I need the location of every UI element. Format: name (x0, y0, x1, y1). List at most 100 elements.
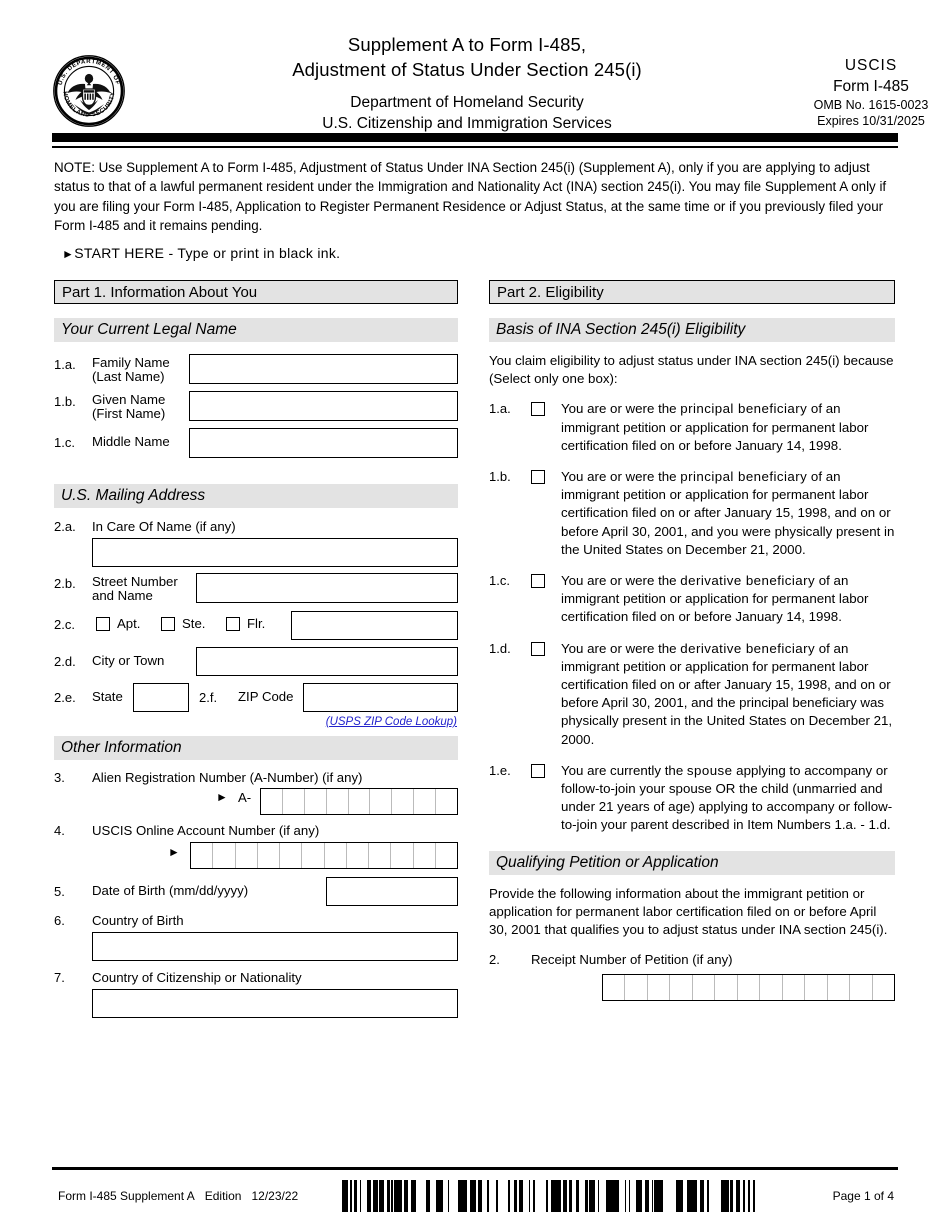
item-number-5: 5. (54, 884, 65, 899)
eligibility-option-1b: 1.b. You are or were the principal benefi… (489, 468, 895, 559)
start-here-label: START HERE - Type or print in black ink. (74, 245, 341, 261)
footer-edition-date: 12/23/22 (251, 1189, 299, 1203)
item-number-2-receipt: 2. (489, 952, 500, 968)
eligibility-item-number: 1.a. (489, 401, 511, 417)
row-middle-name: 1.c. Middle Name (54, 428, 458, 460)
in-care-of-name-input[interactable] (92, 538, 458, 567)
item-number-6: 6. (54, 913, 65, 928)
eligibility-option-1d: 1.d. You are or were the derivative benef… (489, 640, 895, 749)
eligibility-emphasis: spouse (686, 762, 733, 778)
section-us-mailing-address: U.S. Mailing Address (54, 484, 458, 508)
uscis-online-account-number-cells[interactable] (190, 842, 458, 869)
footer-page-number: Page 1 of 4 (832, 1189, 894, 1203)
qualifying-intro: Provide the following information about … (489, 885, 888, 938)
label-city-or-town: City or Town (92, 653, 165, 668)
state-input[interactable] (133, 683, 189, 712)
given-name-input[interactable] (189, 391, 458, 421)
ste-checkbox[interactable] (161, 617, 175, 631)
barcode (342, 1180, 756, 1212)
form-page: U.S. DEPARTMENT OF HOMELAND SECURITY Sup… (0, 0, 950, 1230)
triangle-pointer-icon: ► (62, 247, 75, 261)
receipt-number-cells[interactable] (602, 974, 895, 1002)
start-here-instruction: ►START HERE - Type or print in black ink… (62, 245, 340, 261)
barcode-bar (753, 1180, 755, 1212)
apt-ste-flr-input[interactable] (291, 611, 458, 640)
eligibility-option-1a: 1.a. You are or were the principal benefi… (489, 400, 895, 455)
label-family-name-line2: (Last Name) (92, 369, 165, 384)
row-date-of-birth: 5. Date of Birth (mm/dd/yyyy) (54, 877, 458, 911)
eligibility-checkbox[interactable] (531, 574, 545, 589)
eligibility-intro: You claim eligibility to adjust status u… (489, 353, 894, 387)
family-name-input[interactable] (189, 354, 458, 384)
row-street: 2.b. Street Number and Name (54, 573, 458, 607)
label-given-name-line2: (First Name) (92, 406, 166, 421)
eligibility-option-text: You are or were the principal beneficiar… (561, 401, 869, 453)
item-number-7: 7. (54, 970, 65, 985)
row-family-name: 1.a. Family Name (Last Name) (54, 354, 458, 388)
usps-zip-code-lookup-link[interactable]: (USPS ZIP Code Lookup) (54, 716, 458, 728)
eligibility-checkbox[interactable] (531, 470, 545, 485)
form-header: U.S. DEPARTMENT OF HOMELAND SECURITY Sup… (52, 28, 928, 132)
triangle-pointer-icon-a-number: ► (216, 790, 228, 804)
street-number-and-name-input[interactable] (196, 573, 458, 603)
country-of-citizenship-input[interactable] (92, 989, 458, 1018)
form-number: Form I-485 (833, 78, 909, 95)
item-number-2c: 2.c. (54, 617, 75, 632)
section-basis-of-eligibility: Basis of INA Section 245(i) Eligibility (489, 318, 895, 342)
label-uscis-online-account-number: USCIS Online Account Number (if any) (92, 823, 320, 838)
section-other-information: Other Information (54, 736, 458, 760)
row-state-zip: 2.e. State 2.f. ZIP Code (54, 683, 458, 715)
eligibility-item-number: 1.e. (489, 762, 511, 778)
row-given-name: 1.b. Given Name (First Name) (54, 391, 458, 425)
label-a-prefix: A- (238, 790, 252, 805)
eligibility-item-number: 1.c. (489, 573, 510, 589)
zip-code-input[interactable] (303, 683, 458, 712)
form-title-line-1: Supplement A to Form I-485, (347, 34, 587, 55)
form-footer: Form I-485 Supplement A Edition 12/23/22… (52, 1180, 898, 1214)
eligibility-emphasis: derivative beneficiary (680, 573, 816, 589)
eligibility-option-text: You are currently the spouse applying to… (561, 762, 893, 833)
section-qualifying-petition: Qualifying Petition or Application (489, 850, 895, 875)
form-title-line-2: Adjustment of Status Under Section 245(i… (292, 59, 642, 80)
eligibility-emphasis: derivative beneficiary (680, 640, 816, 656)
label-street-line2: and Name (92, 588, 153, 603)
eligibility-checkbox[interactable] (531, 641, 545, 656)
expiration-date: Expires 10/31/2025 (817, 114, 925, 128)
middle-name-input[interactable] (189, 428, 458, 458)
label-zip-code: ZIP Code (238, 689, 294, 704)
item-number-1b: 1.b. (54, 394, 76, 409)
footer-form-info: Form I-485 Supplement A Edition 12/23/22 (58, 1189, 298, 1203)
apt-checkbox[interactable] (96, 617, 110, 631)
row-apt-ste-flr: 2.c. Apt. Ste. Flr. (54, 611, 458, 643)
eligibility-options-list: 1.a. You are or were the principal benefi… (489, 400, 895, 834)
form-note: NOTE: Use Supplement A to Form I-485, Ad… (54, 160, 887, 233)
agency-line-2: U.S. Citizenship and Immigration Service… (322, 115, 612, 132)
header-divider-thick (52, 133, 898, 142)
a-number-cells[interactable] (260, 788, 458, 815)
eligibility-option-text: You are or were the derivative beneficia… (561, 573, 869, 625)
city-or-town-input[interactable] (196, 647, 458, 676)
part-1-header: Part 1. Information About You (54, 280, 458, 304)
label-in-care-of-name: In Care Of Name (if any) (92, 519, 236, 534)
agency-line-1: Department of Homeland Security (350, 94, 584, 111)
footer-form-name: Form I-485 Supplement A (58, 1189, 195, 1203)
header-divider-thin (52, 146, 898, 148)
flr-checkbox[interactable] (226, 617, 240, 631)
omb-number: OMB No. 1615-0023 (813, 98, 929, 112)
row-country-of-citizenship: 7. Country of Citizenship or Nationality (54, 970, 458, 1020)
eligibility-option-1c: 1.c. You are or were the derivative benef… (489, 572, 895, 627)
item-number-2d: 2.d. (54, 654, 76, 669)
date-of-birth-input[interactable] (326, 877, 458, 906)
label-middle-name: Middle Name (92, 434, 170, 449)
eligibility-checkbox[interactable] (531, 402, 545, 417)
footer-edition-label: Edition (204, 1189, 242, 1203)
uscis-label: USCIS (844, 57, 898, 74)
section-your-current-legal-name: Your Current Legal Name (54, 318, 458, 342)
eligibility-option-1e: 1.e. You are currently the spouse applyin… (489, 762, 895, 835)
eligibility-emphasis: principal beneficiary (680, 469, 808, 485)
eligibility-checkbox[interactable] (531, 763, 545, 778)
triangle-pointer-icon-uscis-online: ► (168, 845, 180, 859)
country-of-birth-input[interactable] (92, 932, 458, 961)
header-meta-block: USCIS Form I-485 OMB No. 1615-0023 Expir… (792, 56, 950, 129)
row-a-number: 3. Alien Registration Number (A-Number) … (54, 770, 458, 822)
